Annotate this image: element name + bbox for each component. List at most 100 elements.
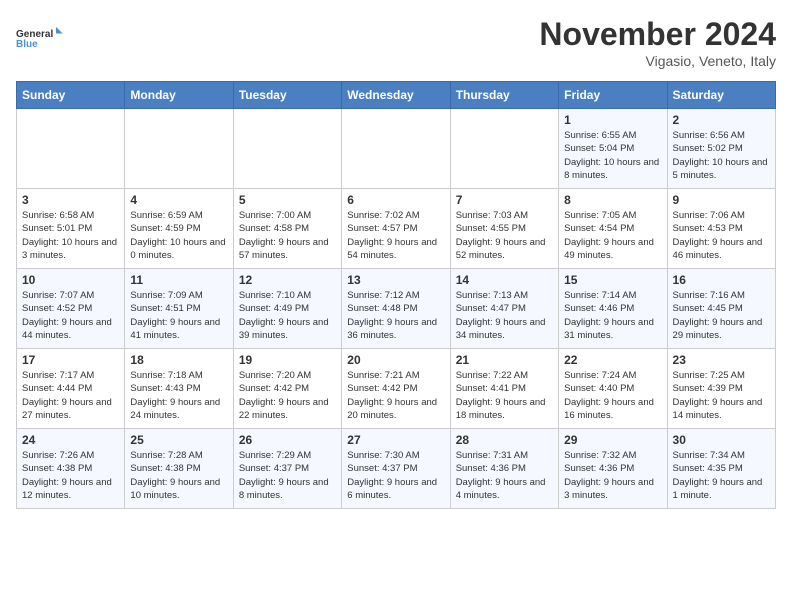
location-subtitle: Vigasio, Veneto, Italy	[539, 53, 776, 69]
day-info: Sunrise: 7:22 AM Sunset: 4:41 PM Dayligh…	[456, 369, 553, 422]
calendar-cell: 25 Sunrise: 7:28 AM Sunset: 4:38 PM Dayli…	[125, 429, 233, 509]
day-info: Sunrise: 7:12 AM Sunset: 4:48 PM Dayligh…	[347, 289, 444, 342]
day-number: 1	[564, 113, 661, 127]
day-number: 17	[22, 353, 119, 367]
calendar-cell	[125, 109, 233, 189]
calendar-cell: 1 Sunrise: 6:55 AM Sunset: 5:04 PM Daylig…	[559, 109, 667, 189]
calendar-cell: 2Sunrise: 6:56 AM Sunset: 5:02 PM Daylig…	[667, 109, 775, 189]
day-number: 21	[456, 353, 553, 367]
calendar-cell: 16 Sunrise: 7:16 AM Sunset: 4:45 PM Dayli…	[667, 269, 775, 349]
day-info: Sunrise: 7:25 AM Sunset: 4:39 PM Dayligh…	[673, 369, 770, 422]
calendar-cell: 21 Sunrise: 7:22 AM Sunset: 4:41 PM Dayli…	[450, 349, 558, 429]
day-number: 4	[130, 193, 227, 207]
svg-text:Blue: Blue	[16, 39, 38, 50]
dow-header-wednesday: Wednesday	[342, 82, 450, 109]
calendar-cell: 8Sunrise: 7:05 AM Sunset: 4:54 PM Daylig…	[559, 189, 667, 269]
calendar-cell: 5 Sunrise: 7:00 AM Sunset: 4:58 PM Daylig…	[233, 189, 341, 269]
calendar-cell: 3Sunrise: 6:58 AM Sunset: 5:01 PM Daylig…	[17, 189, 125, 269]
calendar-cell: 27Sunrise: 7:30 AM Sunset: 4:37 PM Dayli…	[342, 429, 450, 509]
day-info: Sunrise: 7:21 AM Sunset: 4:42 PM Dayligh…	[347, 369, 444, 422]
calendar-cell: 23 Sunrise: 7:25 AM Sunset: 4:39 PM Dayli…	[667, 349, 775, 429]
day-number: 2	[673, 113, 770, 127]
calendar-cell: 10 Sunrise: 7:07 AM Sunset: 4:52 PM Dayli…	[17, 269, 125, 349]
day-number: 26	[239, 433, 336, 447]
calendar-cell: 15Sunrise: 7:14 AM Sunset: 4:46 PM Dayli…	[559, 269, 667, 349]
svg-text:General: General	[16, 29, 53, 40]
day-info: Sunrise: 7:18 AM Sunset: 4:43 PM Dayligh…	[130, 369, 227, 422]
day-info: Sunrise: 7:20 AM Sunset: 4:42 PM Dayligh…	[239, 369, 336, 422]
calendar-cell: 17 Sunrise: 7:17 AM Sunset: 4:44 PM Dayli…	[17, 349, 125, 429]
calendar-cell: 28 Sunrise: 7:31 AM Sunset: 4:36 PM Dayli…	[450, 429, 558, 509]
calendar-cell	[342, 109, 450, 189]
day-info: Sunrise: 7:26 AM Sunset: 4:38 PM Dayligh…	[22, 449, 119, 502]
day-info: Sunrise: 7:03 AM Sunset: 4:55 PM Dayligh…	[456, 209, 553, 262]
day-number: 28	[456, 433, 553, 447]
day-number: 15	[564, 273, 661, 287]
day-info: Sunrise: 7:29 AM Sunset: 4:37 PM Dayligh…	[239, 449, 336, 502]
calendar-cell: 12 Sunrise: 7:10 AM Sunset: 4:49 PM Dayli…	[233, 269, 341, 349]
day-number: 9	[673, 193, 770, 207]
calendar-cell: 9 Sunrise: 7:06 AM Sunset: 4:53 PM Daylig…	[667, 189, 775, 269]
calendar-cell: 30Sunrise: 7:34 AM Sunset: 4:35 PM Dayli…	[667, 429, 775, 509]
calendar-cell: 22 Sunrise: 7:24 AM Sunset: 4:40 PM Dayli…	[559, 349, 667, 429]
day-number: 14	[456, 273, 553, 287]
calendar-cell: 29 Sunrise: 7:32 AM Sunset: 4:36 PM Dayli…	[559, 429, 667, 509]
day-info: Sunrise: 7:31 AM Sunset: 4:36 PM Dayligh…	[456, 449, 553, 502]
day-number: 25	[130, 433, 227, 447]
day-number: 3	[22, 193, 119, 207]
day-number: 16	[673, 273, 770, 287]
day-info: Sunrise: 7:06 AM Sunset: 4:53 PM Dayligh…	[673, 209, 770, 262]
dow-header-sunday: Sunday	[17, 82, 125, 109]
calendar-table: SundayMondayTuesdayWednesdayThursdayFrid…	[16, 81, 776, 509]
day-number: 10	[22, 273, 119, 287]
day-info: Sunrise: 7:02 AM Sunset: 4:57 PM Dayligh…	[347, 209, 444, 262]
day-number: 13	[347, 273, 444, 287]
dow-header-friday: Friday	[559, 82, 667, 109]
day-number: 6	[347, 193, 444, 207]
calendar-cell	[17, 109, 125, 189]
day-info: Sunrise: 7:13 AM Sunset: 4:47 PM Dayligh…	[456, 289, 553, 342]
calendar-cell: 7 Sunrise: 7:03 AM Sunset: 4:55 PM Daylig…	[450, 189, 558, 269]
day-number: 5	[239, 193, 336, 207]
calendar-cell: 18 Sunrise: 7:18 AM Sunset: 4:43 PM Dayli…	[125, 349, 233, 429]
day-info: Sunrise: 7:00 AM Sunset: 4:58 PM Dayligh…	[239, 209, 336, 262]
logo-svg: General Blue	[16, 16, 66, 60]
dow-header-monday: Monday	[125, 82, 233, 109]
day-number: 12	[239, 273, 336, 287]
day-info: Sunrise: 7:05 AM Sunset: 4:54 PM Dayligh…	[564, 209, 661, 262]
day-info: Sunrise: 6:55 AM Sunset: 5:04 PM Dayligh…	[564, 129, 661, 182]
calendar-cell: 11 Sunrise: 7:09 AM Sunset: 4:51 PM Dayli…	[125, 269, 233, 349]
day-info: Sunrise: 7:16 AM Sunset: 4:45 PM Dayligh…	[673, 289, 770, 342]
calendar-cell: 19 Sunrise: 7:20 AM Sunset: 4:42 PM Dayli…	[233, 349, 341, 429]
calendar-cell: 13 Sunrise: 7:12 AM Sunset: 4:48 PM Dayli…	[342, 269, 450, 349]
day-info: Sunrise: 7:34 AM Sunset: 4:35 PM Dayligh…	[673, 449, 770, 502]
day-number: 22	[564, 353, 661, 367]
day-number: 18	[130, 353, 227, 367]
day-info: Sunrise: 7:24 AM Sunset: 4:40 PM Dayligh…	[564, 369, 661, 422]
calendar-cell	[450, 109, 558, 189]
dow-header-saturday: Saturday	[667, 82, 775, 109]
day-info: Sunrise: 7:17 AM Sunset: 4:44 PM Dayligh…	[22, 369, 119, 422]
calendar-cell: 20Sunrise: 7:21 AM Sunset: 4:42 PM Dayli…	[342, 349, 450, 429]
day-number: 19	[239, 353, 336, 367]
day-number: 29	[564, 433, 661, 447]
day-info: Sunrise: 7:09 AM Sunset: 4:51 PM Dayligh…	[130, 289, 227, 342]
day-info: Sunrise: 7:07 AM Sunset: 4:52 PM Dayligh…	[22, 289, 119, 342]
calendar-cell: 14 Sunrise: 7:13 AM Sunset: 4:47 PM Dayli…	[450, 269, 558, 349]
day-number: 11	[130, 273, 227, 287]
day-number: 23	[673, 353, 770, 367]
title-block: November 2024 Vigasio, Veneto, Italy	[539, 16, 776, 69]
day-number: 7	[456, 193, 553, 207]
day-info: Sunrise: 7:30 AM Sunset: 4:37 PM Dayligh…	[347, 449, 444, 502]
calendar-cell: 26 Sunrise: 7:29 AM Sunset: 4:37 PM Dayli…	[233, 429, 341, 509]
page-header: General Blue November 2024 Vigasio, Vene…	[16, 16, 776, 69]
month-title: November 2024	[539, 16, 776, 53]
calendar-cell: 4Sunrise: 6:59 AM Sunset: 4:59 PM Daylig…	[125, 189, 233, 269]
dow-header-thursday: Thursday	[450, 82, 558, 109]
day-info: Sunrise: 7:28 AM Sunset: 4:38 PM Dayligh…	[130, 449, 227, 502]
day-info: Sunrise: 7:10 AM Sunset: 4:49 PM Dayligh…	[239, 289, 336, 342]
day-info: Sunrise: 7:32 AM Sunset: 4:36 PM Dayligh…	[564, 449, 661, 502]
calendar-cell: 24 Sunrise: 7:26 AM Sunset: 4:38 PM Dayli…	[17, 429, 125, 509]
day-number: 24	[22, 433, 119, 447]
dow-header-tuesday: Tuesday	[233, 82, 341, 109]
